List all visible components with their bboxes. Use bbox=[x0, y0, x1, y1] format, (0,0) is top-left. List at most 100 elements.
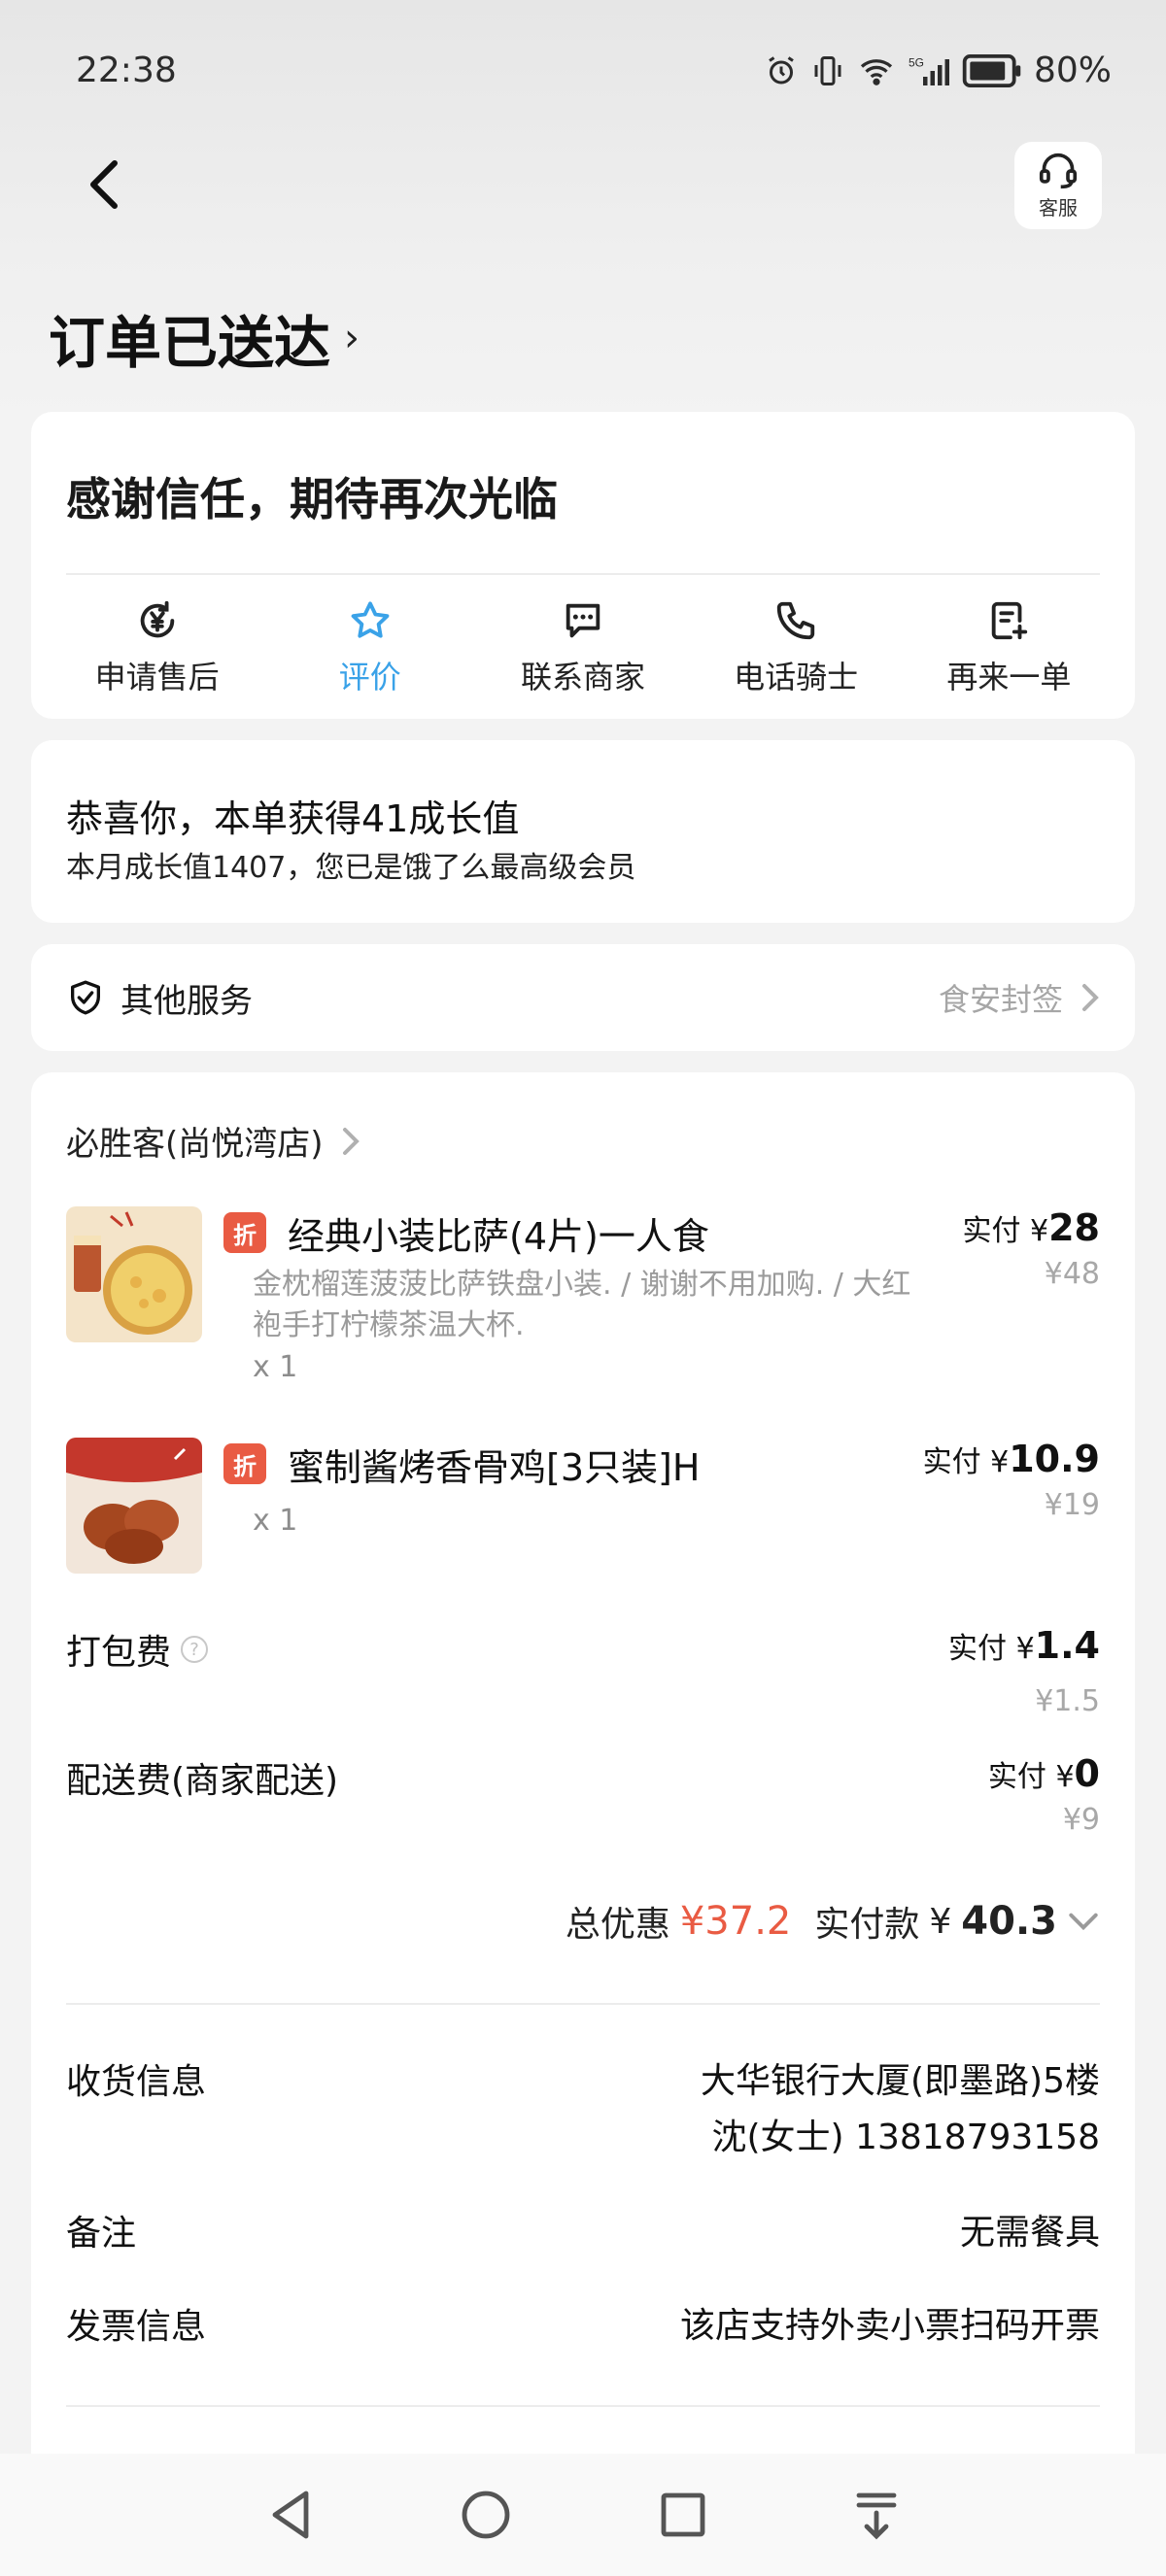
review-label: 评价 bbox=[338, 659, 401, 695]
paid-value: 0 bbox=[1074, 1752, 1100, 1795]
original-price: ¥9 bbox=[1062, 1803, 1100, 1837]
total-paid-label: 实付款 bbox=[814, 1905, 920, 1945]
status-bar: 22:38 5G 80% bbox=[0, 0, 1166, 146]
other-services-label: 其他服务 bbox=[120, 981, 253, 1021]
status-time: 22:38 bbox=[76, 51, 177, 90]
order-item[interactable]: 折 经典小装比萨(4片)一人食 金枕榴莲菠菠比萨铁盘小装. / 谢谢不用加购. … bbox=[66, 1206, 1100, 1401]
original-price: ¥1.5 bbox=[1035, 1684, 1100, 1718]
packing-fee-label: 打包费 bbox=[66, 1633, 172, 1673]
paid-label: 实付 ¥ bbox=[922, 1445, 1010, 1479]
delivery-address: 大华银行大厦(即墨路)5楼 bbox=[701, 2061, 1100, 2101]
review-button[interactable]: 评价 bbox=[273, 598, 467, 697]
pizza-thumbnail bbox=[66, 1206, 202, 1342]
delivery-fee-price: 实付 ¥0 ¥9 bbox=[988, 1752, 1100, 1837]
discount-badge: 折 bbox=[223, 1212, 266, 1253]
contact-merchant-label: 联系商家 bbox=[520, 659, 645, 695]
total-paid-value: 40.3 bbox=[961, 1899, 1057, 1944]
paid-value: 1.4 bbox=[1034, 1624, 1100, 1667]
customer-service-button[interactable]: 客服 bbox=[1014, 142, 1102, 229]
packing-fee-price: 实付 ¥1.4 ¥1.5 bbox=[948, 1624, 1100, 1718]
order-status-title[interactable]: 订单已送达 › bbox=[49, 297, 360, 379]
order-totals[interactable]: 总优惠 ¥37.2 实付款 ¥ 40.3 bbox=[566, 1896, 1100, 1947]
order-item[interactable]: 折 蜜制酱烤香骨鸡[3只装]H x 1 实付 ¥10.9 ¥19 bbox=[66, 1438, 1100, 1583]
item-quantity: x 1 bbox=[253, 1504, 298, 1538]
item-price: 实付 ¥28 ¥48 bbox=[962, 1206, 1100, 1291]
remark-label: 备注 bbox=[66, 2214, 137, 2254]
order-detail-card: 必胜客(尚悦湾店) 折 经典小装比萨(4片)一人食 金枕榴莲菠菠比萨铁盘小装. … bbox=[31, 1072, 1135, 2510]
paid-value: 10.9 bbox=[1009, 1438, 1100, 1480]
after-sales-button[interactable]: 申请售后 bbox=[60, 598, 255, 697]
contact-merchant-button[interactable]: 联系商家 bbox=[486, 598, 680, 697]
delivery-contact: 沈(女士) 13818793158 bbox=[711, 2118, 1100, 2157]
delivery-info-value: 大华银行大厦(即墨路)5楼 沈(女士) 13818793158 bbox=[701, 2053, 1100, 2166]
delivery-fee-row: 配送费(商家配送) 实付 ¥0 ¥9 bbox=[66, 1752, 1100, 1859]
item-name: 蜜制酱烤香骨鸡[3只装]H bbox=[288, 1446, 701, 1489]
reorder-icon bbox=[992, 601, 1028, 640]
nav-home-icon[interactable] bbox=[459, 2488, 513, 2542]
food-seal-link[interactable]: 食安封签 bbox=[939, 975, 1100, 1020]
divider bbox=[66, 2405, 1100, 2407]
growth-headline: 恭喜你，本单获得41成长值 bbox=[66, 797, 520, 840]
wifi-icon bbox=[860, 58, 893, 85]
nav-recents-icon[interactable] bbox=[658, 2490, 708, 2540]
original-price: ¥48 bbox=[1044, 1257, 1100, 1291]
paid-value: 28 bbox=[1048, 1206, 1100, 1249]
reorder-label: 再来一单 bbox=[946, 659, 1072, 695]
thanks-card: 感谢信任，期待再次光临 申请售后 评价 联系商家 电话骑士 再来一单 bbox=[31, 412, 1135, 719]
delivery-info-label: 收货信息 bbox=[66, 2062, 207, 2102]
currency-symbol: ¥ bbox=[929, 1901, 952, 1942]
shop-name: 必胜客(尚悦湾店) bbox=[66, 1125, 324, 1164]
food-seal-text: 食安封签 bbox=[938, 981, 1063, 1018]
growth-card[interactable]: 恭喜你，本单获得41成长值 本月成长值1407，您已是饿了么最高级会员 bbox=[31, 740, 1135, 923]
order-status-text: 订单已送达 bbox=[49, 310, 331, 376]
total-discount-value: ¥37.2 bbox=[679, 1899, 792, 1944]
call-rider-button[interactable]: 电话骑士 bbox=[699, 598, 893, 697]
chevron-right-icon bbox=[342, 1127, 360, 1155]
item-description: 金枕榴莲菠菠比萨铁盘小装. / 谢谢不用加购. / 大红袍手打柠檬茶温大杯. bbox=[253, 1268, 911, 1342]
item-price: 实付 ¥10.9 ¥19 bbox=[923, 1438, 1100, 1522]
paid-label: 实付 ¥ bbox=[962, 1214, 1049, 1248]
delivery-fee-label: 配送费(商家配送) bbox=[66, 1761, 339, 1801]
thanks-message: 感谢信任，期待再次光临 bbox=[66, 473, 558, 525]
paid-label: 实付 ¥ bbox=[948, 1632, 1035, 1666]
other-services-row[interactable]: 其他服务 食安封签 bbox=[31, 944, 1135, 1051]
battery-percent: 80% bbox=[1033, 51, 1112, 90]
phone-icon bbox=[776, 601, 815, 640]
nav-notification-pull-icon[interactable] bbox=[853, 2490, 900, 2540]
packing-fee-row: 打包费 ? 实付 ¥1.4 ¥1.5 bbox=[66, 1624, 1100, 1741]
vibrate-icon bbox=[814, 55, 841, 85]
invoice-label: 发票信息 bbox=[66, 2307, 207, 2347]
nav-back-icon[interactable] bbox=[267, 2488, 314, 2542]
after-sales-label: 申请售后 bbox=[94, 659, 220, 695]
invoice-value: 该店支持外卖小票扫码开票 bbox=[679, 2306, 1100, 2346]
item-name: 经典小装比萨(4片)一人食 bbox=[288, 1215, 709, 1258]
headset-icon bbox=[1039, 153, 1078, 188]
delivery-info-row: 收货信息 大华银行大厦(即墨路)5楼 沈(女士) 13818793158 bbox=[66, 2053, 1100, 2166]
reorder-button[interactable]: 再来一单 bbox=[911, 598, 1106, 697]
chicken-thumbnail bbox=[66, 1438, 202, 1574]
discount-badge: 折 bbox=[223, 1443, 266, 1484]
chevron-right-icon bbox=[1082, 984, 1099, 1011]
question-icon[interactable]: ? bbox=[181, 1636, 209, 1663]
remark-row: 备注 无需餐具 bbox=[66, 2205, 1100, 2261]
chevron-down-icon bbox=[1069, 1913, 1098, 1931]
svg-text:5G: 5G bbox=[909, 55, 924, 69]
chevron-right-icon: › bbox=[344, 316, 360, 360]
chevron-left-icon bbox=[90, 160, 118, 209]
alarm-icon bbox=[769, 55, 794, 84]
shop-name-link[interactable]: 必胜客(尚悦湾店) bbox=[66, 1117, 360, 1165]
divider bbox=[66, 2003, 1100, 2005]
action-bar: 申请售后 评价 联系商家 电话骑士 再来一单 bbox=[31, 598, 1135, 697]
status-icons: 5G 80% bbox=[764, 51, 1112, 90]
call-rider-label: 电话骑士 bbox=[734, 659, 859, 695]
item-quantity: x 1 bbox=[253, 1350, 298, 1384]
divider bbox=[66, 573, 1100, 575]
original-price: ¥19 bbox=[1044, 1488, 1100, 1522]
paid-label: 实付 ¥ bbox=[987, 1760, 1075, 1794]
star-icon bbox=[351, 601, 390, 638]
growth-detail: 本月成长值1407，您已是饿了么最高级会员 bbox=[66, 851, 636, 885]
back-button[interactable] bbox=[76, 155, 134, 214]
total-discount-label: 总优惠 bbox=[565, 1905, 670, 1945]
battery-icon bbox=[962, 53, 1021, 87]
system-nav-bar bbox=[0, 2454, 1166, 2576]
